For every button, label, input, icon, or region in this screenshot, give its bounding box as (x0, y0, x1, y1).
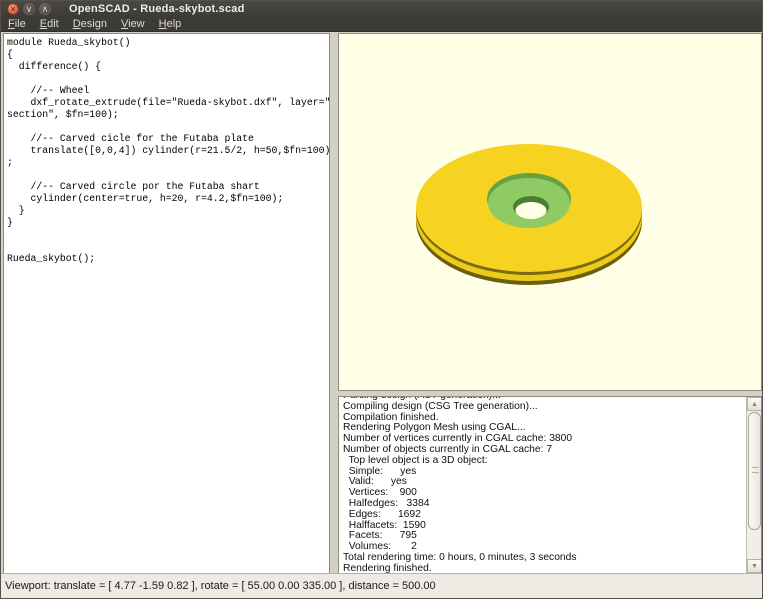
scrollbar-thumb[interactable] (748, 412, 761, 530)
center-hole-opening (516, 202, 547, 219)
menu-item-view[interactable]: View (114, 17, 152, 31)
text-line: Rueda_skybot(); (7, 253, 329, 265)
text-line: difference() { (7, 61, 329, 73)
text-line: Compiling design (CSG Tree generation)..… (343, 402, 745, 413)
text-line (7, 241, 329, 253)
text-line: translate([0,0,4]) cylinder(r=21.5/2, h=… (7, 145, 329, 157)
text-line: module Rueda_skybot() (7, 37, 329, 49)
maximize-button[interactable]: ∧ (39, 3, 51, 15)
text-line: } (7, 205, 329, 217)
title-bar[interactable]: × ∨ ∧ OpenSCAD - Rueda-skybot.scad (1, 1, 762, 17)
wheel-3d-render (339, 34, 761, 390)
text-line (7, 121, 329, 133)
window-buttons: × ∨ ∧ (7, 3, 51, 15)
text-line: //-- Carved cicle for the Futaba plate (7, 133, 329, 145)
text-line (7, 73, 329, 85)
text-line (7, 169, 329, 181)
text-line: ; (7, 157, 329, 169)
text-line: //-- Wheel (7, 85, 329, 97)
close-button[interactable]: × (7, 3, 19, 15)
scrollbar-up-arrow[interactable]: ▲ (747, 397, 762, 411)
menu-item-file[interactable]: File (1, 17, 33, 31)
text-line: Top level object is a 3D object: (343, 456, 745, 467)
viewport-status-text: Viewport: translate = [ 4.77 -1.59 0.82 … (5, 580, 436, 592)
menu-item-help[interactable]: Help (152, 17, 189, 31)
code-editor[interactable]: module Rueda_skybot(){ difference() { //… (3, 33, 330, 574)
text-line: Edges: 1692 (343, 510, 745, 521)
text-line: section", $fn=100); (7, 109, 329, 121)
console-scrollbar[interactable]: ▲ ▼ (746, 397, 761, 573)
text-line: { (7, 49, 329, 61)
status-bar: Viewport: translate = [ 4.77 -1.59 0.82 … (1, 573, 762, 598)
console-output[interactable]: Parsing design (AST generation)...Compil… (338, 396, 762, 574)
text-line: } (7, 217, 329, 229)
openscad-window: × ∨ ∧ OpenSCAD - Rueda-skybot.scad FileE… (0, 0, 763, 599)
menubar: FileEditDesignViewHelp (1, 17, 762, 32)
viewport-3d[interactable] (338, 33, 762, 391)
text-line: //-- Carved circle por the Futaba shart (7, 181, 329, 193)
scrollbar-down-arrow[interactable]: ▼ (747, 559, 762, 573)
text-line: cylinder(center=true, h=20, r=4.2,$fn=10… (7, 193, 329, 205)
menu-item-design[interactable]: Design (66, 17, 114, 31)
minimize-button[interactable]: ∨ (23, 3, 35, 15)
scrollbar-grip (752, 467, 759, 473)
console-text: Parsing design (AST generation)...Compil… (339, 396, 745, 574)
text-line (7, 229, 329, 241)
text-line: dxf_rotate_extrude(file="Rueda-skybot.dx… (7, 97, 329, 109)
window-title: OpenSCAD - Rueda-skybot.scad (69, 3, 245, 15)
menu-item-edit[interactable]: Edit (33, 17, 66, 31)
